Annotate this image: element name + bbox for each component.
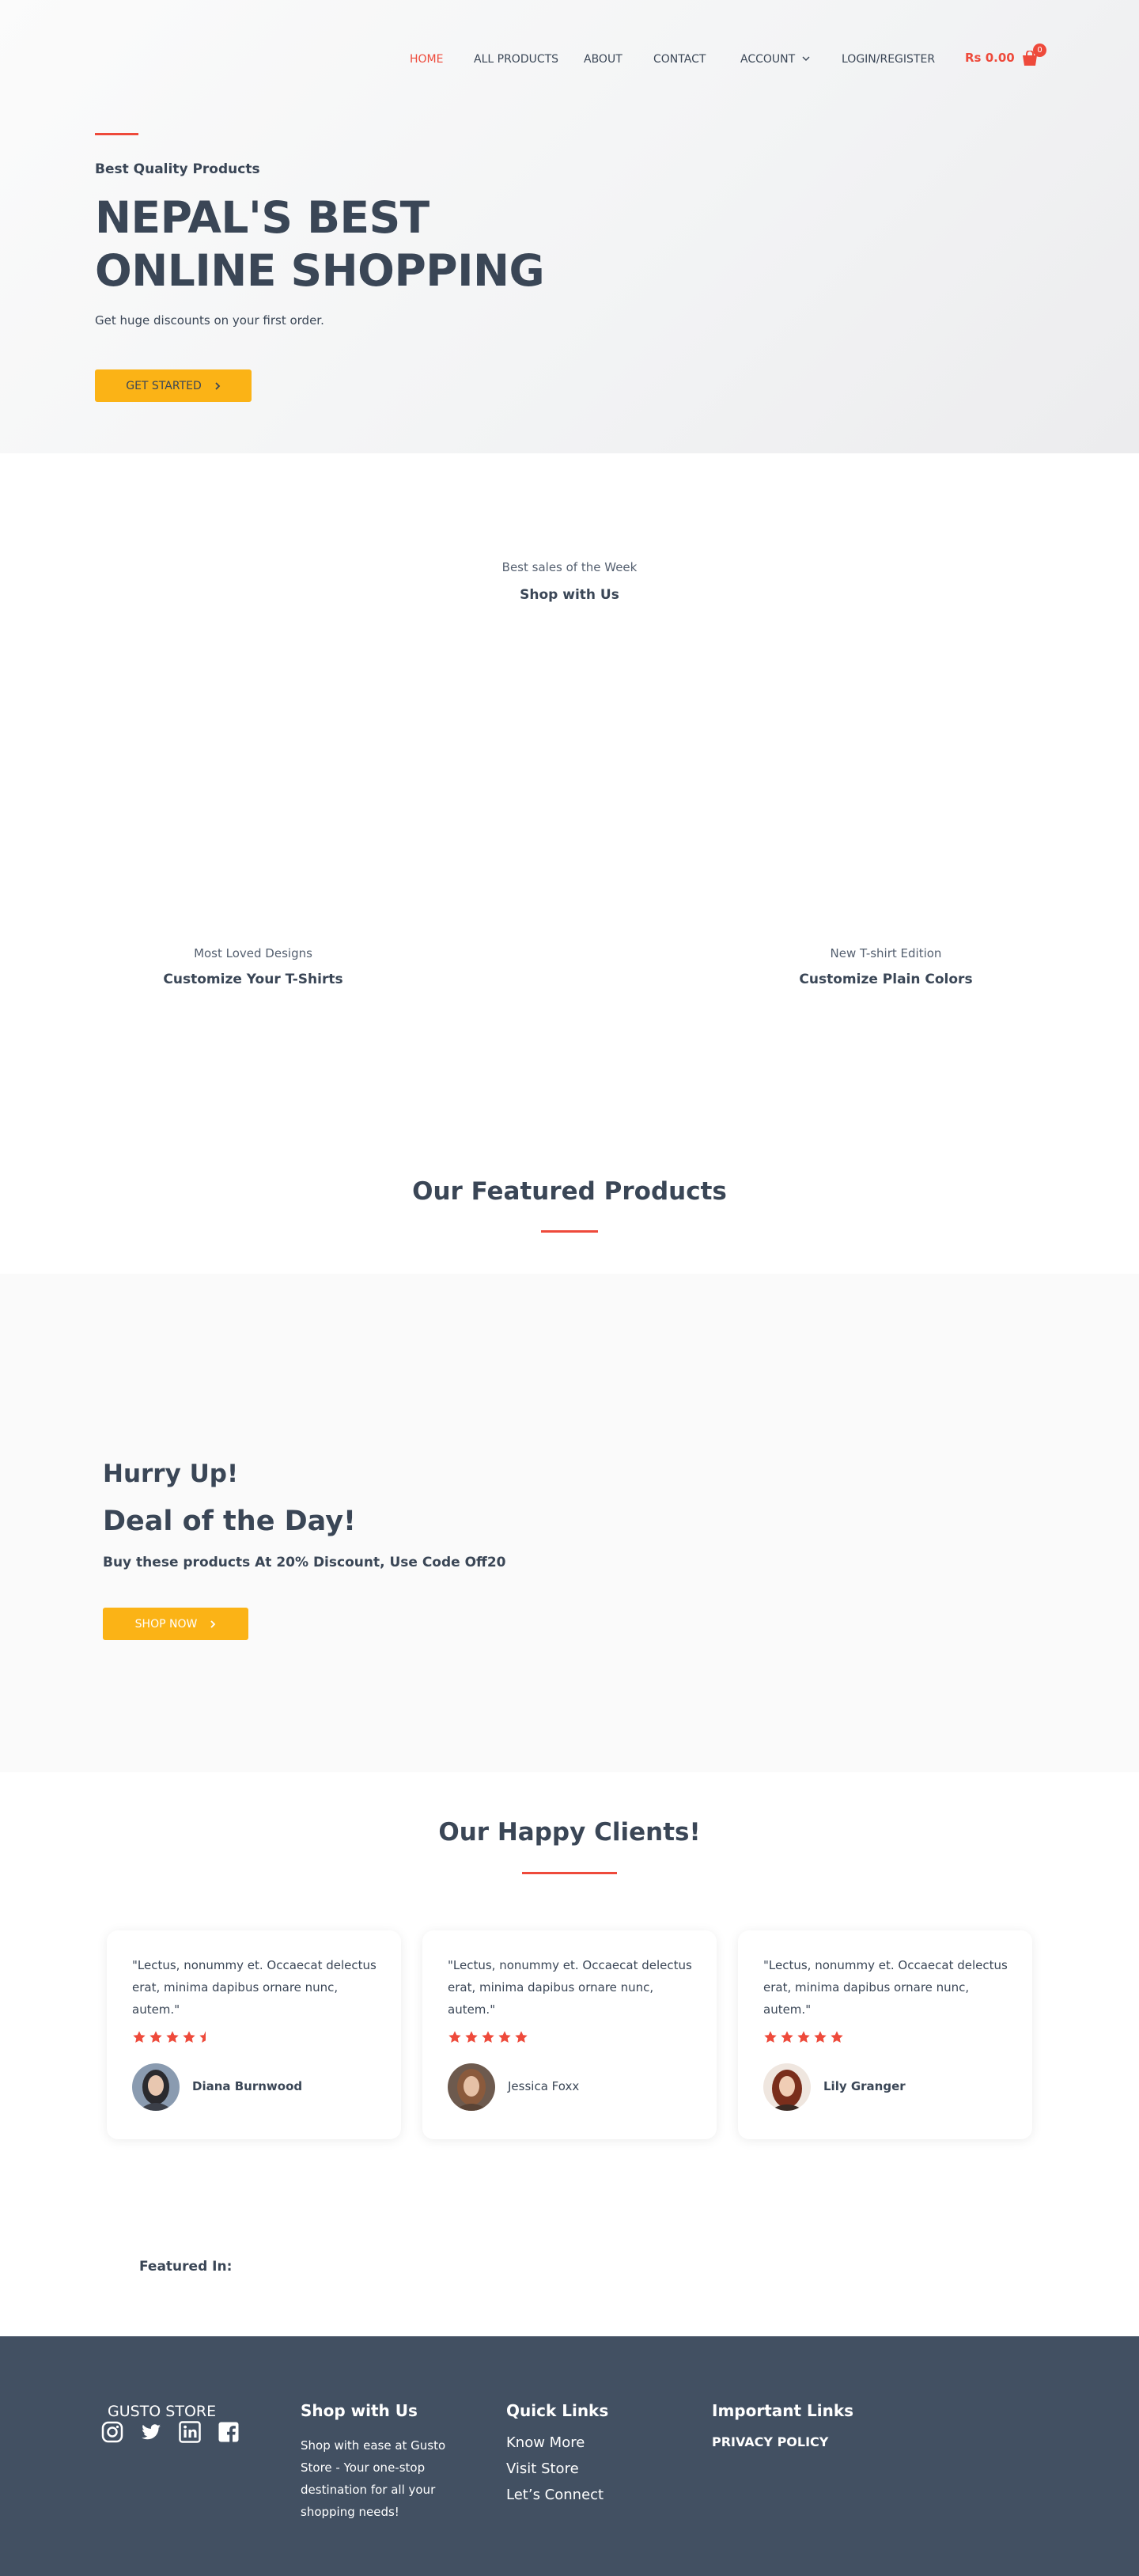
hero-section: HOME ALL PRODUCTS ABOUT CONTACT ACCOUNT … [0,0,1139,453]
twitter-icon[interactable] [140,2421,162,2443]
nav-home[interactable]: HOME [410,52,443,66]
testimonial-quote: "Lectus, nonummy et. Occaecat delectus e… [448,1958,692,2017]
chevron-right-icon [215,381,221,390]
hero-title-line2: ONLINE SHOPPING [95,245,545,296]
get-started-label: GET STARTED [126,379,202,392]
avatar [763,2063,811,2111]
shop-now-button[interactable]: SHOP NOW [103,1608,248,1640]
nav-login-register[interactable]: LOGIN/REGISTER [842,52,935,66]
deal-section: Hurry Up! Deal of the Day! Buy these pro… [0,1274,1139,1772]
footer-link-privacy-policy[interactable]: PRIVACY POLICY [712,2434,828,2449]
star-icon [831,2031,843,2043]
star-rating [763,2030,844,2044]
hero-subtitle: Get huge discounts on your first order. [95,313,324,328]
hero-title-line1: NEPAL'S BEST [95,192,429,243]
testimonial-name: Diana Burnwood [192,2079,303,2093]
testimonial-name: Jessica Foxx [508,2079,580,2093]
promo-left-title: Customize Your T-Shirts [163,972,343,987]
avatar [448,2063,495,2111]
nav-contact[interactable]: CONTACT [653,52,706,66]
star-icon [498,2031,511,2043]
testimonial-quote: "Lectus, nonummy et. Occaecat delectus e… [763,1958,1008,2017]
footer-link-visit-store[interactable]: Visit Store [506,2460,579,2477]
footer-brand: GUSTO STORE [108,2403,217,2420]
footer-shop-text-line: Shop with ease at Gusto [301,2438,446,2453]
promo-left-kicker: Most Loved Designs [194,946,312,960]
footer-shop-text: Shop with ease at Gusto Store - Your one… [301,2434,445,2523]
promo-right-title: Customize Plain Colors [799,972,973,987]
shop-section-kicker: Best sales of the Week [501,560,638,574]
star-icon [448,2031,461,2043]
linkedin-icon[interactable] [179,2421,201,2443]
star-icon [149,2031,162,2043]
chevron-right-icon [210,1619,216,1628]
clients-title: Our Happy Clients! [438,1818,701,1847]
testimonial-quote: "Lectus, nonummy et. Occaecat delectus e… [132,1958,377,2017]
footer-shop-text-line: Store - Your one-stop [301,2460,426,2475]
deal-hurry-heading: Hurry Up! [103,1460,239,1488]
testimonial-name: Lily Granger [823,2079,906,2093]
hero-accent-line [95,133,138,135]
star-rating [448,2030,528,2044]
footer-link-lets-connect[interactable]: Let’s Connect [506,2487,604,2503]
star-icon [183,2031,195,2043]
nav-account[interactable]: ACCOUNT [740,52,795,66]
testimonial-card: "Lectus, nonummy et. Occaecat delectus e… [107,1930,401,2139]
shop-section-title: Shop with Us [520,587,619,603]
star-icon [133,2031,146,2043]
star-icon [781,2031,793,2043]
shop-now-label: SHOP NOW [134,1617,198,1631]
star-icon [465,2031,478,2043]
chevron-down-icon[interactable] [802,55,810,62]
footer-shop-heading: Shop with Us [301,2401,418,2420]
avatar [132,2063,180,2111]
footer-shop-text-line: destination for all your [301,2483,436,2497]
nav-all-products[interactable]: ALL PRODUCTS [474,52,558,66]
testimonial-card: "Lectus, nonummy et. Occaecat delectus e… [422,1930,717,2139]
promo-right-kicker: New T-shirt Edition [830,946,942,960]
star-icon [797,2031,810,2043]
hero-tagline: Best Quality Products [95,161,260,177]
half-star-icon [199,2031,206,2043]
featured-title-underline [541,1230,598,1233]
footer-link-know-more[interactable]: Know More [506,2434,585,2451]
featured-products-title: Our Featured Products [412,1177,727,1206]
get-started-button[interactable]: GET STARTED [95,369,252,402]
footer-quick-links-heading: Quick Links [506,2401,609,2420]
instagram-icon[interactable] [101,2421,123,2443]
site-footer: GUSTO STORE Shop with Us Shop with ease … [0,2336,1139,2576]
cart-count-badge: 0 [1033,44,1046,57]
testimonial-card: "Lectus, nonummy et. Occaecat delectus e… [738,1930,1032,2139]
star-icon [482,2031,494,2043]
footer-important-links-heading: Important Links [712,2401,854,2420]
star-icon [814,2031,827,2043]
clients-title-underline [522,1872,617,1874]
nav-about[interactable]: ABOUT [584,52,622,66]
featured-in-label: Featured In: [139,2259,233,2275]
star-rating [132,2030,213,2044]
footer-shop-text-line: shopping needs! [301,2505,399,2519]
cart-total[interactable]: Rs 0.00 [965,51,1015,65]
star-icon [166,2031,179,2043]
facebook-icon[interactable] [218,2421,240,2443]
deal-heading: Deal of the Day! [103,1506,356,1537]
star-icon [764,2031,777,2043]
star-icon [515,2031,528,2043]
deal-description: Buy these products At 20% Discount, Use … [103,1555,506,1570]
